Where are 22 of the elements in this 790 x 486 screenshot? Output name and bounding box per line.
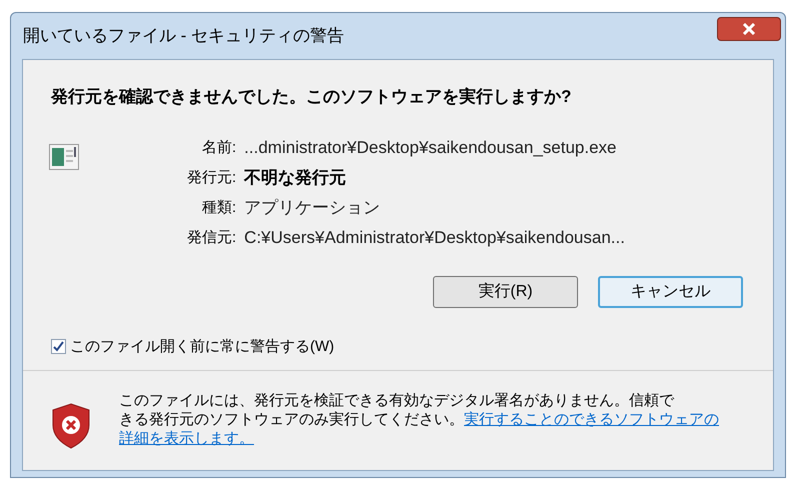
warn-checkbox[interactable] <box>51 339 66 354</box>
details-link[interactable]: 実行することのできるソフトウェアの <box>464 411 719 428</box>
details-link[interactable]: 詳細を表示します。 <box>119 430 254 447</box>
close-button[interactable] <box>717 17 781 41</box>
dialog-heading: 発行元を確認できませんでした。このソフトウェアを実行しますか? <box>51 86 572 108</box>
warning-text: このファイルには、発行元を検証できる有効なデジタル署名がありません。信頼で <box>119 392 674 409</box>
checkbox-label: このファイル開く前に常に警告する(W) <box>70 336 334 356</box>
window-title: 開いているファイル - セキュリティの警告 <box>23 25 344 48</box>
run-button[interactable]: 実行(R) <box>433 276 578 308</box>
close-icon <box>742 23 756 35</box>
field-value: C:¥Users¥Administrator¥Desktop¥saikendousan... <box>244 226 625 248</box>
field-value: 不明な発行元 <box>244 166 348 188</box>
field-value: アプリケーション <box>244 196 382 218</box>
field-label: 発信元: <box>187 228 236 248</box>
warning-text: きる発行元のソフトウェアのみ実行してください。 <box>119 411 464 428</box>
field-label: 名前: <box>201 138 236 158</box>
shield-error-icon <box>51 403 91 449</box>
field-label: 種類: <box>201 198 236 218</box>
application-icon <box>49 144 79 170</box>
field-label: 発行元: <box>187 168 236 188</box>
cancel-button[interactable]: キャンセル <box>598 276 743 308</box>
field-value: ...dministrator¥Desktop¥saikendousan_setup.exe <box>244 136 618 158</box>
